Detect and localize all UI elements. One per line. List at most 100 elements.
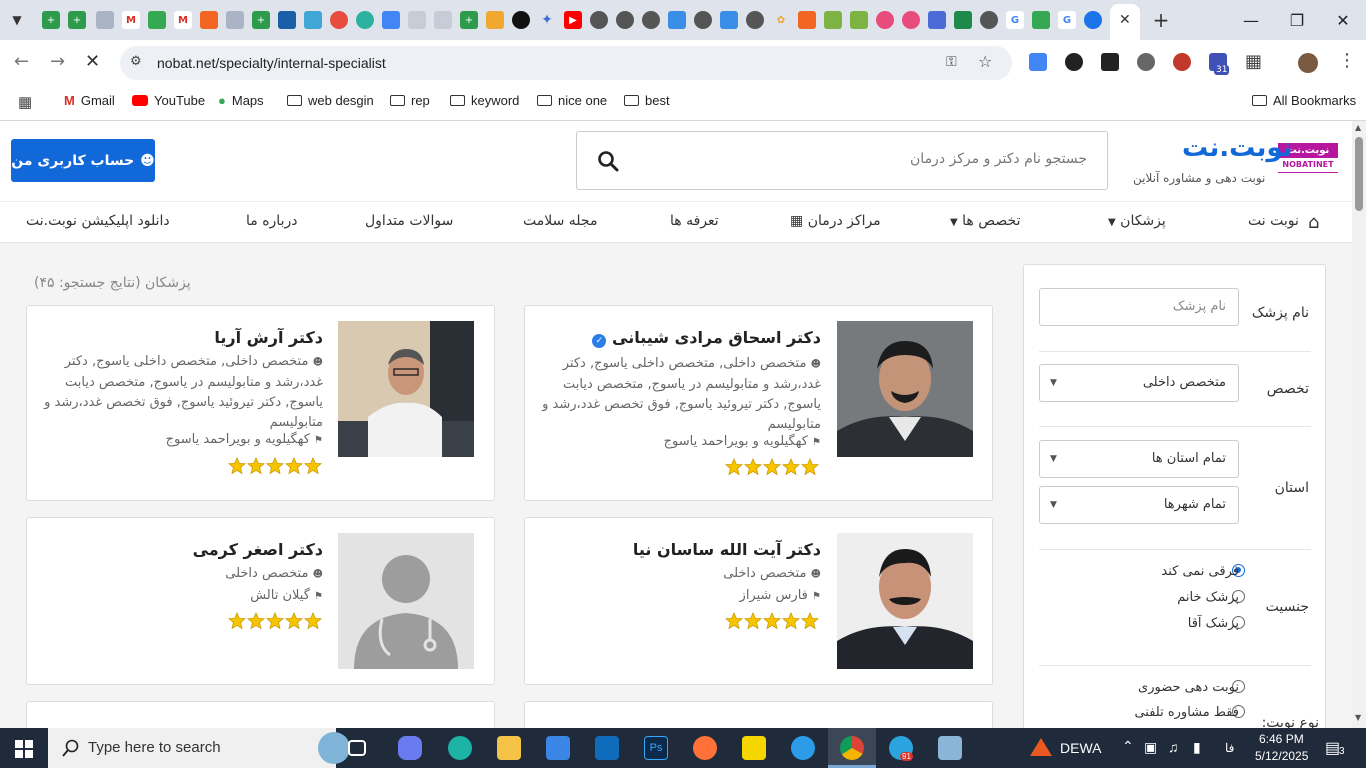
restore-icon[interactable]: ❐ bbox=[1274, 8, 1320, 32]
search-icon[interactable] bbox=[597, 150, 619, 172]
stop-loading-icon[interactable]: ✕ bbox=[85, 51, 100, 72]
back-icon[interactable]: ← bbox=[14, 51, 29, 72]
tab-openai-icon[interactable] bbox=[512, 11, 530, 29]
tab-favicon[interactable] bbox=[330, 11, 348, 29]
doctor-card[interactable]: دکتر اصغر کرمی ☻ متخصص داخلی ⚑ گیلان تال… bbox=[26, 517, 495, 685]
sticky-notes-icon[interactable] bbox=[742, 736, 766, 760]
forward-icon[interactable]: → bbox=[50, 51, 65, 72]
scroll-down-icon[interactable]: ▼ bbox=[1355, 713, 1361, 722]
my-account-button[interactable]: ☻ حساب کاربری من bbox=[11, 139, 155, 182]
tab-gemini-icon[interactable]: ✦ bbox=[538, 11, 556, 29]
edge-icon[interactable] bbox=[448, 736, 472, 760]
network-icon[interactable]: ▣ bbox=[1144, 739, 1157, 756]
translate-extension-icon[interactable] bbox=[1029, 53, 1047, 71]
extension-icon[interactable] bbox=[1173, 53, 1191, 71]
windows-start-icon[interactable] bbox=[15, 740, 33, 758]
tab-favicon[interactable] bbox=[876, 11, 894, 29]
nav-home[interactable]: نوبت نت bbox=[1248, 213, 1299, 229]
profile-avatar[interactable] bbox=[1298, 53, 1318, 73]
city-select[interactable]: تمام شهرها ▼ bbox=[1039, 486, 1239, 524]
nav-pricing[interactable]: تعرفه ها bbox=[670, 213, 719, 229]
tab-favicon[interactable] bbox=[356, 11, 374, 29]
close-window-icon[interactable]: ✕ bbox=[1320, 8, 1366, 32]
bookmark-folder[interactable]: best bbox=[624, 93, 670, 108]
scrollbar-thumb[interactable] bbox=[1355, 137, 1363, 211]
doctor-search-input[interactable]: جستجو نام دکتر و مرکز درمان bbox=[576, 131, 1108, 190]
tab-favicon[interactable] bbox=[1084, 11, 1102, 29]
doctor-card[interactable] bbox=[26, 701, 495, 728]
notification-icon[interactable]: ▤ bbox=[1325, 738, 1340, 758]
language-indicator[interactable]: فا bbox=[1225, 741, 1234, 755]
bookmark-maps[interactable]: ● Maps bbox=[218, 93, 264, 108]
tab-favicon[interactable] bbox=[434, 11, 452, 29]
tab-favicon[interactable] bbox=[720, 11, 738, 29]
tab-favicon[interactable] bbox=[226, 11, 244, 29]
tab-favicon[interactable] bbox=[746, 11, 764, 29]
app-icon[interactable] bbox=[938, 736, 962, 760]
taskbar-search-box[interactable]: Type here to search bbox=[48, 728, 350, 768]
avatar-placeholder-icon[interactable] bbox=[338, 533, 474, 669]
bookmark-youtube[interactable]: YouTube bbox=[132, 93, 205, 108]
scroll-up-icon[interactable]: ▲ bbox=[1355, 123, 1361, 132]
clock-time[interactable]: 6:46 PM bbox=[1259, 732, 1304, 746]
logo-text[interactable]: نوبت.نت bbox=[1182, 133, 1293, 163]
tab-docs-icon[interactable] bbox=[928, 11, 946, 29]
battery-icon[interactable]: ▮ bbox=[1193, 739, 1201, 756]
address-bar[interactable]: ⚙ nobat.net/specialty/internal-specialis… bbox=[120, 46, 1012, 80]
extensions-puzzle-icon[interactable]: ▦ bbox=[1245, 51, 1262, 72]
bookmark-folder[interactable]: rep bbox=[390, 93, 430, 108]
nav-about[interactable]: درباره ما bbox=[246, 213, 297, 229]
doctor-card[interactable]: دکتر اسحاق مرادی شیبانی ✓ ☻ متخصص داخلی,… bbox=[524, 305, 993, 501]
weather-label[interactable]: DEWA bbox=[1060, 740, 1101, 756]
specialty-select[interactable]: متخصص داخلی ▼ bbox=[1039, 364, 1239, 402]
tab-favicon[interactable] bbox=[642, 11, 660, 29]
bookmark-star-icon[interactable]: ☆ bbox=[978, 52, 992, 71]
url-text[interactable]: nobat.net/specialty/internal-specialist bbox=[157, 55, 386, 71]
doctor-photo[interactable] bbox=[338, 321, 474, 457]
page-scrollbar[interactable]: ▲ ▼ bbox=[1352, 121, 1366, 728]
photoshop-icon[interactable]: Ps bbox=[644, 736, 668, 760]
extension-icon[interactable] bbox=[1101, 53, 1119, 71]
bookmark-folder[interactable]: keyword bbox=[450, 93, 519, 108]
nav-specialties[interactable]: تخصص ها ▼ bbox=[950, 213, 1020, 229]
chrome-taskbar-active[interactable] bbox=[828, 728, 876, 768]
doctor-name[interactable]: دکتر آرش آریا bbox=[214, 328, 323, 347]
tab-gmail-icon[interactable]: M bbox=[174, 11, 192, 29]
tab-favicon[interactable]: + bbox=[68, 11, 86, 29]
tab-maps-icon[interactable] bbox=[148, 11, 166, 29]
store-icon[interactable] bbox=[546, 736, 570, 760]
tab-google-icon[interactable]: G bbox=[1058, 11, 1076, 29]
bookmark-folder[interactable]: web desgin bbox=[287, 93, 374, 108]
tab-favicon[interactable]: ✿ bbox=[772, 11, 790, 29]
tab-favicon[interactable] bbox=[278, 11, 296, 29]
tab-favicon[interactable] bbox=[980, 11, 998, 29]
weather-icon[interactable] bbox=[1030, 738, 1052, 756]
nav-doctors[interactable]: پزشکان ▼ bbox=[1108, 213, 1166, 229]
tab-favicon[interactable] bbox=[200, 11, 218, 29]
doctor-photo[interactable] bbox=[837, 321, 973, 457]
app-icon[interactable] bbox=[791, 736, 815, 760]
tab-favicon[interactable] bbox=[486, 11, 504, 29]
tab-favicon[interactable] bbox=[590, 11, 608, 29]
apps-grid-icon[interactable]: ▦ bbox=[18, 93, 32, 111]
tray-chevron-icon[interactable]: ⌃ bbox=[1122, 738, 1134, 755]
nav-faq[interactable]: سوالات متداول bbox=[365, 213, 453, 229]
tab-gmail-icon[interactable]: M bbox=[122, 11, 140, 29]
task-view-icon[interactable] bbox=[348, 740, 366, 756]
bookmark-folder[interactable]: nice one bbox=[537, 93, 607, 108]
tab-favicon[interactable]: + bbox=[460, 11, 478, 29]
nav-download-app[interactable]: دانلود اپلیکیشن نوبت.نت bbox=[26, 213, 170, 229]
bookmark-gmail[interactable]: M Gmail bbox=[64, 93, 115, 108]
site-info-icon[interactable]: ⚙ bbox=[130, 54, 142, 69]
new-tab-icon[interactable]: + bbox=[1152, 8, 1170, 32]
active-tab[interactable]: ✕ bbox=[1110, 4, 1140, 40]
outlook-icon[interactable] bbox=[595, 736, 619, 760]
all-bookmarks-button[interactable]: All Bookmarks bbox=[1252, 93, 1356, 108]
tab-favicon[interactable] bbox=[668, 11, 686, 29]
tab-favicon[interactable] bbox=[408, 11, 426, 29]
tab-favicon[interactable] bbox=[304, 11, 322, 29]
home-icon[interactable]: ⌂ bbox=[1308, 212, 1319, 233]
tab-list-icon[interactable]: ▼ bbox=[8, 11, 26, 29]
tab-favicon[interactable] bbox=[96, 11, 114, 29]
province-select[interactable]: تمام استان ها ▼ bbox=[1039, 440, 1239, 478]
